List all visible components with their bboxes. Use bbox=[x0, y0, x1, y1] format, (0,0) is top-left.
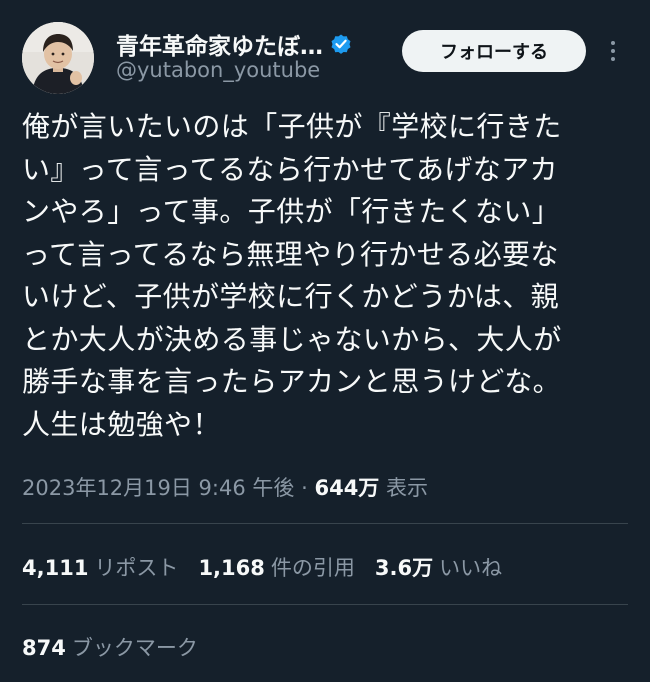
bookmarks-stat[interactable]: 874 ブックマーク bbox=[22, 636, 198, 660]
divider bbox=[22, 604, 628, 605]
tweet-text: 俺が言いたいのは「子供が『学校に行きた い』って言ってるなら行かせてあげなアカ … bbox=[22, 110, 562, 441]
bookmarks-count: 874 bbox=[22, 636, 66, 660]
divider bbox=[22, 523, 628, 524]
views-count: 644万 bbox=[314, 476, 380, 500]
display-name-row: 青年革命家ゆたぼ… bbox=[116, 26, 353, 62]
avatar[interactable] bbox=[22, 22, 94, 94]
meta-separator: · bbox=[301, 476, 308, 500]
display-name[interactable]: 青年革命家ゆたぼ… bbox=[116, 27, 323, 61]
more-dot bbox=[611, 41, 615, 45]
quotes-count: 1,168 bbox=[198, 556, 265, 580]
verified-badge-icon[interactable] bbox=[329, 32, 353, 56]
likes-count: 3.6万 bbox=[374, 556, 434, 580]
likes-label: いいね bbox=[439, 556, 503, 580]
avatar-photo bbox=[22, 22, 94, 94]
tweet-meta: 2023年12月19日 9:46 午後 · 644万 表示 bbox=[22, 472, 428, 502]
user-handle[interactable]: @yutabon_youtube bbox=[116, 58, 320, 82]
bookmark-stats: 874 ブックマーク bbox=[22, 632, 198, 662]
reposts-label: リポスト bbox=[94, 556, 179, 580]
quotes-stat[interactable]: 1,168 件の引用 bbox=[198, 552, 354, 582]
views-label: 表示 bbox=[386, 476, 428, 500]
reposts-count: 4,111 bbox=[22, 556, 89, 580]
more-icon[interactable] bbox=[600, 36, 626, 66]
quotes-label: 件の引用 bbox=[270, 556, 355, 580]
tweet-header: 青年革命家ゆたぼ… @yutabon_youtube フォローする bbox=[0, 0, 650, 100]
bookmarks-label: ブックマーク bbox=[71, 636, 198, 660]
follow-button[interactable]: フォローする bbox=[402, 30, 586, 72]
more-dot bbox=[611, 49, 615, 53]
engagement-stats: 4,111 リポスト 1,168 件の引用 3.6万 いいね bbox=[22, 552, 502, 582]
reposts-stat[interactable]: 4,111 リポスト bbox=[22, 552, 178, 582]
tweet-timestamp[interactable]: 2023年12月19日 9:46 午後 bbox=[22, 476, 294, 500]
likes-stat[interactable]: 3.6万 いいね bbox=[375, 552, 502, 582]
more-dot bbox=[611, 57, 615, 61]
